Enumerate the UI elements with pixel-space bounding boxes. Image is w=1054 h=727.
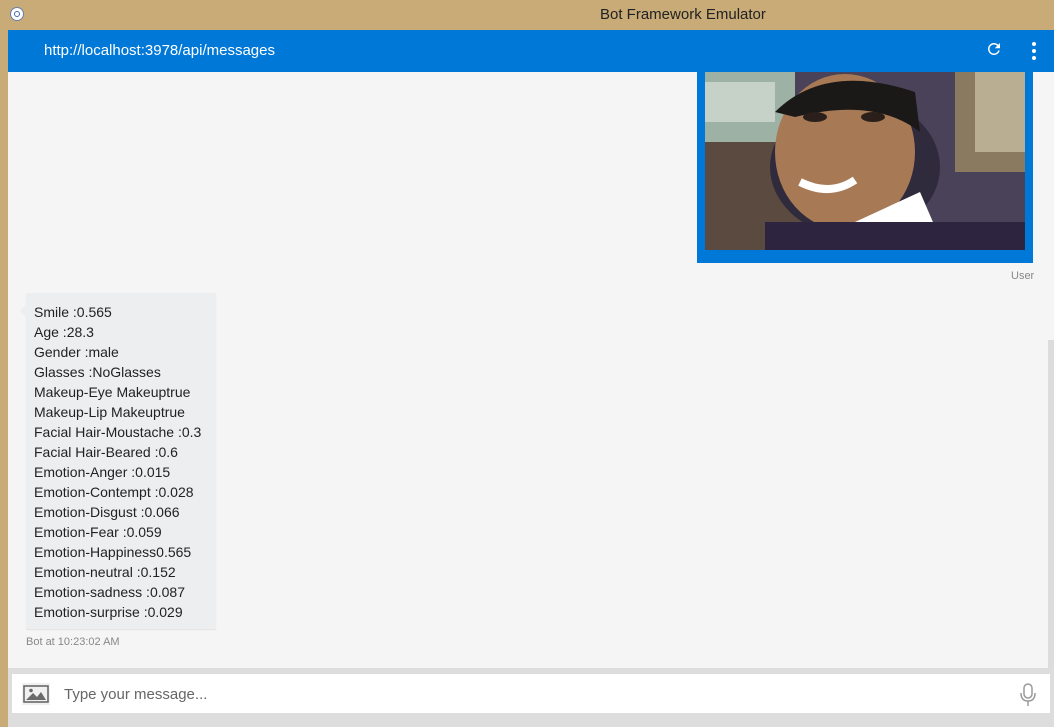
bot-line: Facial Hair-Beared :0.6 <box>34 444 178 460</box>
microphone-button[interactable] <box>1014 682 1042 708</box>
chat-transcript[interactable]: User Smile :0.565 Age :28.3 Gender :male… <box>8 72 1054 668</box>
bot-line: Emotion-Fear :0.059 <box>34 524 162 540</box>
window-title: Bot Framework Emulator <box>600 6 766 23</box>
bot-line: Emotion-Anger :0.015 <box>34 464 171 480</box>
bot-line: Emotion-neutral :0.152 <box>34 564 176 580</box>
user-image-message[interactable] <box>697 72 1033 263</box>
image-icon <box>23 685 49 703</box>
bot-line: Gender :male <box>34 344 119 360</box>
bot-line: Makeup-Eye Makeuptrue <box>34 384 191 400</box>
bot-line: Smile :0.565 <box>34 304 112 320</box>
address-bar: http://localhost:3978/api/messages <box>8 30 1054 72</box>
user-sender-label: User <box>1011 270 1035 282</box>
microphone-icon <box>1020 683 1036 706</box>
bot-line: Makeup-Lip Makeuptrue <box>34 404 185 420</box>
refresh-icon <box>987 42 1000 55</box>
emulator-frame: http://localhost:3978/api/messages User … <box>8 30 1054 727</box>
bot-message[interactable]: Smile :0.565 Age :28.3 Gender :male Glas… <box>20 293 216 629</box>
endpoint-url[interactable]: http://localhost:3978/api/messages <box>44 42 275 59</box>
composer-box <box>12 674 1050 713</box>
message-composer <box>8 668 1054 727</box>
bot-line: Emotion-sadness :0.087 <box>34 584 185 600</box>
more-vertical-icon <box>1026 42 1042 60</box>
bot-line: Emotion-surprise :0.029 <box>34 604 183 620</box>
emulator-icon <box>10 7 24 21</box>
upload-image-button[interactable] <box>22 683 50 705</box>
chat-scrollbar[interactable] <box>1048 340 1054 668</box>
bot-line: Emotion-Disgust :0.066 <box>34 504 180 520</box>
bot-line: Emotion-Happiness0.565 <box>34 544 192 560</box>
bot-timestamp: Bot at 10:23:02 AM <box>26 636 120 648</box>
window-titlebar: Bot Framework Emulator <box>0 0 1054 30</box>
bot-line: Age :28.3 <box>34 324 94 340</box>
more-menu-button[interactable] <box>1026 40 1042 62</box>
bot-message-text: Smile :0.565 Age :28.3 Gender :male Glas… <box>34 302 201 622</box>
user-photo <box>705 72 1025 250</box>
bot-line: Emotion-Contempt :0.028 <box>34 484 194 500</box>
refresh-button[interactable] <box>984 40 1004 60</box>
message-input[interactable] <box>62 678 1006 711</box>
bot-line: Facial Hair-Moustache :0.3 <box>34 424 202 440</box>
bot-line: Glasses :NoGlasses <box>34 364 161 380</box>
